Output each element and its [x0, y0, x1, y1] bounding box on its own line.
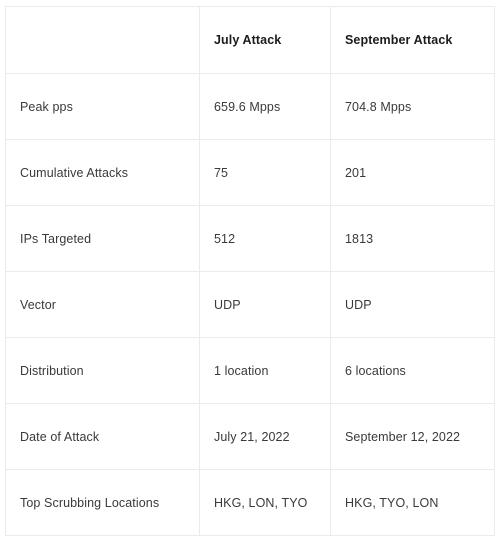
- value-july-peak-pps: 659.6 Mpps: [199, 73, 331, 140]
- value-july-ips-targeted: 512: [199, 205, 331, 272]
- metric-label-vector: Vector: [5, 271, 200, 338]
- table-corner-cell: [5, 6, 200, 74]
- value-september-vector: UDP: [330, 271, 495, 338]
- metric-label-peak-pps: Peak pps: [5, 73, 200, 140]
- table-header-row: July Attack September Attack: [5, 6, 495, 74]
- column-header-july-attack: July Attack: [199, 6, 331, 74]
- value-september-ips-targeted: 1813: [330, 205, 495, 272]
- metric-label-top-scrubbing-locations: Top Scrubbing Locations: [5, 469, 200, 536]
- metric-label-distribution: Distribution: [5, 337, 200, 404]
- value-september-date-of-attack: September 12, 2022: [330, 403, 495, 470]
- table-row: Top Scrubbing Locations HKG, LON, TYO HK…: [5, 469, 495, 536]
- value-september-peak-pps: 704.8 Mpps: [330, 73, 495, 140]
- table-body: Peak pps 659.6 Mpps 704.8 Mpps Cumulativ…: [5, 73, 495, 536]
- table-header: July Attack September Attack: [5, 6, 495, 74]
- value-september-cumulative-attacks: 201: [330, 139, 495, 206]
- value-july-distribution: 1 location: [199, 337, 331, 404]
- table-row: Peak pps 659.6 Mpps 704.8 Mpps: [5, 73, 495, 140]
- value-july-top-scrubbing-locations: HKG, LON, TYO: [199, 469, 331, 536]
- attack-comparison-table: July Attack September Attack Peak pps 65…: [5, 6, 495, 536]
- table-row: Distribution 1 location 6 locations: [5, 337, 495, 404]
- table-row: Date of Attack July 21, 2022 September 1…: [5, 403, 495, 470]
- column-header-september-attack: September Attack: [330, 6, 495, 74]
- value-september-distribution: 6 locations: [330, 337, 495, 404]
- metric-label-date-of-attack: Date of Attack: [5, 403, 200, 470]
- table-row: Cumulative Attacks 75 201: [5, 139, 495, 206]
- value-july-cumulative-attacks: 75: [199, 139, 331, 206]
- table-row: Vector UDP UDP: [5, 271, 495, 338]
- value-september-top-scrubbing-locations: HKG, TYO, LON: [330, 469, 495, 536]
- value-july-date-of-attack: July 21, 2022: [199, 403, 331, 470]
- value-july-vector: UDP: [199, 271, 331, 338]
- metric-label-ips-targeted: IPs Targeted: [5, 205, 200, 272]
- metric-label-cumulative-attacks: Cumulative Attacks: [5, 139, 200, 206]
- page-container: July Attack September Attack Peak pps 65…: [0, 0, 500, 536]
- table-row: IPs Targeted 512 1813: [5, 205, 495, 272]
